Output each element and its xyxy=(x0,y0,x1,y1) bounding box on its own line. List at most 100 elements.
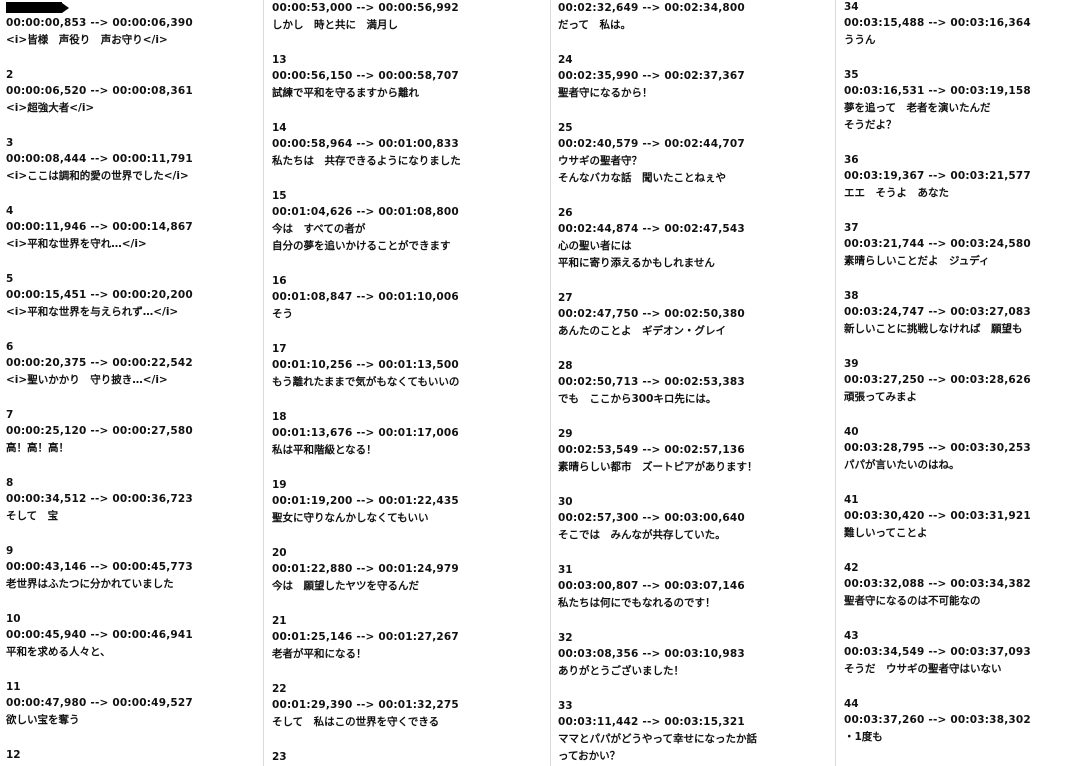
cue-number: 17 xyxy=(272,343,287,355)
cue-spacer xyxy=(272,663,550,682)
cue-timestamp: 00:03:15,488 --> 00:03:16,364 xyxy=(844,17,1031,29)
cue-number: 26 xyxy=(558,207,573,219)
subtitle-cue: 5 00:00:15,451 --> 00:00:20,200 <i>平和な世界を与… xyxy=(6,272,262,321)
subtitle-cue: 16 00:01:08,847 --> 00:01:10,006 そう xyxy=(272,274,550,323)
cue-number: 37 xyxy=(844,222,859,234)
subtitle-cue: 32 00:03:08,356 --> 00:03:10,983 ありがとうございま… xyxy=(558,631,834,680)
cue-timestamp: 00:03:32,088 --> 00:03:34,382 xyxy=(844,578,1031,590)
cue-timestamp: 00:00:00,853 --> 00:00:06,390 xyxy=(6,17,193,29)
cue-text-line: 高！高！高！ xyxy=(6,442,69,454)
subtitle-cue: 14 00:00:58,964 --> 00:01:00,833 私たちは 共存でき… xyxy=(272,121,550,170)
cue-number: 42 xyxy=(844,562,859,574)
cue-timestamp: 00:01:22,880 --> 00:01:24,979 xyxy=(272,563,459,575)
cue-spacer xyxy=(6,185,262,204)
cue-timestamp: 00:02:35,990 --> 00:02:37,367 xyxy=(558,70,745,82)
subtitle-cue: 24 00:02:35,990 --> 00:02:37,367 聖者守になるから！ xyxy=(558,53,834,102)
cue-number: 13 xyxy=(272,54,287,66)
cue-spacer xyxy=(844,746,1080,765)
cue-spacer xyxy=(558,612,834,631)
cue-number: 3 xyxy=(6,137,14,149)
cue-number: 28 xyxy=(558,360,573,372)
cue-text-line: 平和を求める人々と、 xyxy=(6,646,111,658)
subtitle-column-2: 00:00:53,000 --> 00:00:56,992 しかし 時と共に 満月… xyxy=(266,0,550,766)
subtitle-cue: 15 00:01:04,626 --> 00:01:08,800 今は すべての者が… xyxy=(272,189,550,255)
cue-timestamp: 00:00:15,451 --> 00:00:20,200 xyxy=(6,289,193,301)
subtitle-cue: 44 00:03:37,260 --> 00:03:38,302 ・1度も xyxy=(844,697,1080,746)
redacted-header-block xyxy=(6,0,262,15)
cue-spacer xyxy=(844,49,1080,68)
subtitle-cue: 36 00:03:19,367 --> 00:03:21,577 エエ そうよ あな… xyxy=(844,153,1080,202)
cue-timestamp: 00:00:58,964 --> 00:01:00,833 xyxy=(272,138,459,150)
cue-text-line: 今は 願望したヤツを守るんだ xyxy=(272,580,419,592)
cue-number: 41 xyxy=(844,494,859,506)
cue-text-line: 私たちは 共存できるようになりました xyxy=(272,155,461,167)
cue-number: 34 xyxy=(844,1,859,13)
cue-text-line: <i>超強大者</i> xyxy=(6,102,95,114)
subtitle-column-3: 00:02:32,649 --> 00:02:34,800 だって 私は。 24 00… xyxy=(552,0,834,766)
cue-text-line: 聖者守になるのは不可能なの xyxy=(844,595,981,607)
cue-number: 4 xyxy=(6,205,14,217)
cue-spacer xyxy=(6,729,262,748)
subtitle-cue: 13 00:00:56,150 --> 00:00:58,707 試練で平和を守るま… xyxy=(272,53,550,102)
cue-timestamp: 00:03:21,744 --> 00:03:24,580 xyxy=(844,238,1031,250)
cue-number: 30 xyxy=(558,496,573,508)
cue-timestamp: 00:00:47,980 --> 00:00:49,527 xyxy=(6,697,193,709)
subtitle-cue: 7 00:00:25,120 --> 00:00:27,580 高！高！高！ xyxy=(6,408,262,457)
cue-timestamp: 00:00:56,150 --> 00:00:58,707 xyxy=(272,70,459,82)
cue-text-line: 難しいってことよ xyxy=(844,527,928,539)
cue-timestamp: 00:00:20,375 --> 00:00:22,542 xyxy=(6,357,193,369)
cue-spacer xyxy=(272,170,550,189)
cue-timestamp: 00:02:40,579 --> 00:02:44,707 xyxy=(558,138,745,150)
cue-text-line: 今は すべての者が xyxy=(272,223,366,235)
cue-number: 15 xyxy=(272,190,287,202)
cue-number: 31 xyxy=(558,564,573,576)
cue-text-line: <i>聖いかかり 守り披き…</i> xyxy=(6,374,168,386)
cue-text-line: パパが言いたいのはね。 xyxy=(844,459,960,471)
cue-text-line: 私は平和階級となる！ xyxy=(272,444,377,456)
cue-spacer xyxy=(272,34,550,53)
cue-spacer xyxy=(272,102,550,121)
cue-number: 29 xyxy=(558,428,573,440)
cue-spacer xyxy=(6,321,262,340)
cue-timestamp: 00:01:29,390 --> 00:01:32,275 xyxy=(272,699,459,711)
cue-text-line: ううん xyxy=(844,34,876,46)
cue-number: 36 xyxy=(844,154,859,166)
cue-spacer xyxy=(844,474,1080,493)
cue-timestamp: 00:03:19,367 --> 00:03:21,577 xyxy=(844,170,1031,182)
cue-spacer xyxy=(558,544,834,563)
cue-number: 2 xyxy=(6,69,14,81)
subtitle-cue: 35 00:03:16,531 --> 00:03:19,158 夢を追って 老者を… xyxy=(844,68,1080,134)
cue-spacer xyxy=(272,595,550,614)
cue-number: 23 xyxy=(272,751,287,763)
cue-text-line: そんなバカな話 聞いたことねぇや xyxy=(558,172,726,184)
cue-timestamp: 00:03:11,442 --> 00:03:15,321 xyxy=(558,716,745,728)
cue-text-line: 夢を追って 老者を演いたんだ xyxy=(844,102,991,114)
cue-number: 16 xyxy=(272,275,287,287)
cue-text-line: しかし 時と共に 満月し xyxy=(272,19,398,31)
cue-text-line: 欲しい宝を奪う xyxy=(6,714,80,726)
subtitle-cue: 20 00:01:22,880 --> 00:01:24,979 今は 願望したヤツ… xyxy=(272,546,550,595)
cue-number: 21 xyxy=(272,615,287,627)
cue-timestamp: 00:01:13,676 --> 00:01:17,006 xyxy=(272,427,459,439)
cue-text-line: 聖女に守りなんかしなくてもいい xyxy=(272,512,429,524)
cue-spacer xyxy=(6,457,262,476)
cue-number: 40 xyxy=(844,426,859,438)
cue-spacer xyxy=(272,731,550,750)
cue-spacer xyxy=(844,678,1080,697)
cue-spacer xyxy=(844,542,1080,561)
cue-timestamp: 00:03:08,356 --> 00:03:10,983 xyxy=(558,648,745,660)
cue-number: 14 xyxy=(272,122,287,134)
cue-timestamp: 00:03:27,250 --> 00:03:28,626 xyxy=(844,374,1031,386)
cue-text-line: ウサギの聖者守？ xyxy=(558,155,642,167)
cue-text-line: 老世界はふたつに分かれていました xyxy=(6,578,174,590)
subtitle-cue: 42 00:03:32,088 --> 00:03:34,382 聖者守になるのは不… xyxy=(844,561,1080,610)
cue-spacer xyxy=(558,102,834,121)
cue-text-line: エエ そうよ あなた xyxy=(844,187,949,199)
cue-timestamp: 00:03:28,795 --> 00:03:30,253 xyxy=(844,442,1031,454)
cue-text-line: <i>ここは調和的愛の世界でした</i> xyxy=(6,170,189,182)
cue-spacer xyxy=(6,525,262,544)
cue-text-line: 私たちは何にでもなれるのです！ xyxy=(558,597,716,609)
subtitle-cue: 2 00:00:06,520 --> 00:00:08,361 <i>超強大者</i… xyxy=(6,68,262,117)
subtitle-cue: 26 00:02:44,874 --> 00:02:47,543 心の聖い者には 平和… xyxy=(558,206,834,272)
subtitle-cue: 22 00:01:29,390 --> 00:01:32,275 そして 私はこの世… xyxy=(272,682,550,731)
